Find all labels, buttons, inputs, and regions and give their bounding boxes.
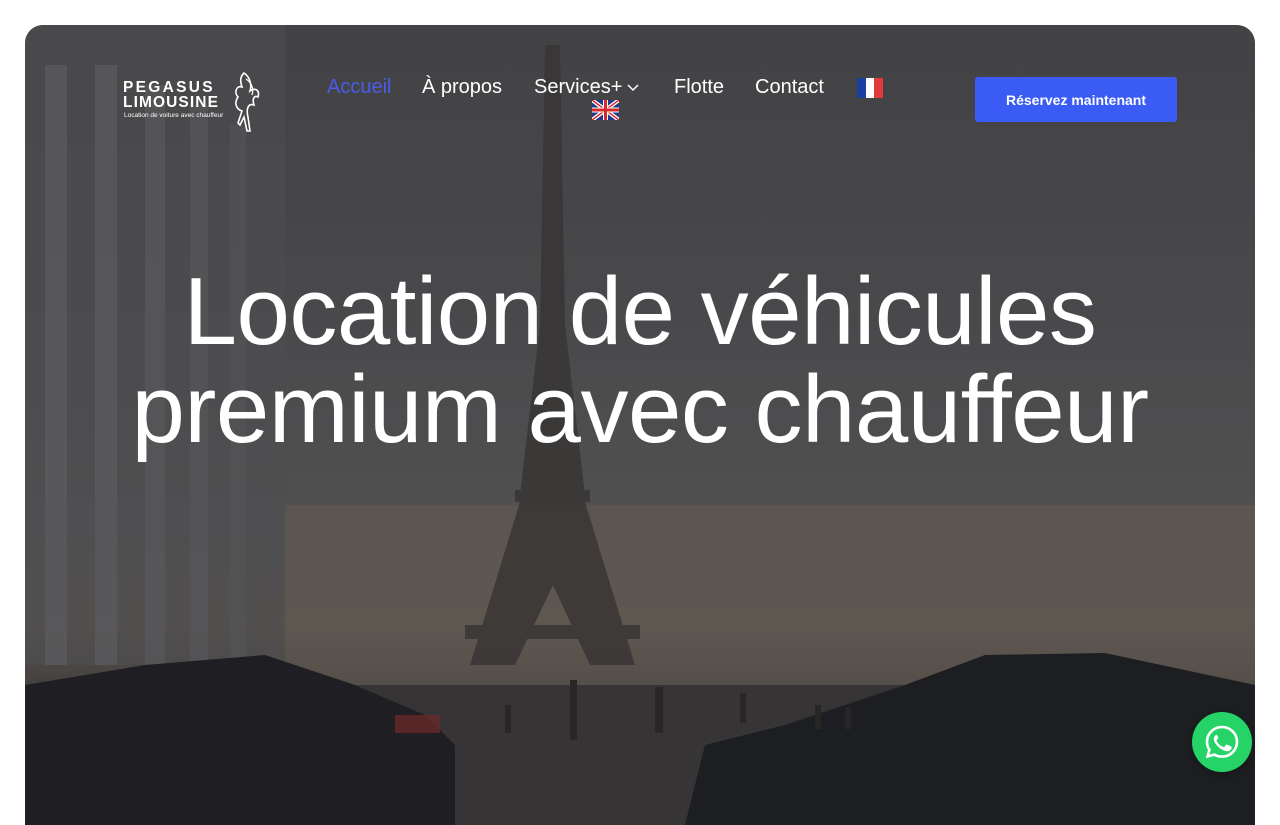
pegasus-icon: [235, 71, 260, 132]
book-now-button[interactable]: Réservez maintenant: [975, 77, 1177, 122]
language-en-flag[interactable]: [592, 100, 619, 120]
language-fr-flag[interactable]: [857, 78, 883, 98]
nav-item-services[interactable]: Services+: [534, 76, 622, 99]
hero-headline-line2: premium avec chauffeur: [131, 356, 1149, 463]
nav-item-a-propos[interactable]: À propos: [422, 76, 502, 99]
brand-logo[interactable]: PEGASUS LIMOUSINE Location de voiture av…: [123, 69, 268, 135]
nav-item-flotte[interactable]: Flotte: [674, 76, 724, 99]
whatsapp-chat-button[interactable]: [1192, 712, 1252, 772]
brand-tagline: Location de voiture avec chauffeur: [124, 112, 224, 119]
whatsapp-icon: [1205, 725, 1239, 759]
brand-name-line2: LIMOUSINE: [123, 94, 220, 111]
hero-headline-line1: Location de véhicules: [183, 258, 1097, 365]
nav-item-accueil[interactable]: Accueil: [327, 76, 391, 99]
chevron-down-icon[interactable]: [627, 84, 639, 92]
hero-section: PEGASUS LIMOUSINE Location de voiture av…: [25, 25, 1255, 825]
hero-headline: Location de véhicules premium avec chauf…: [25, 263, 1255, 459]
nav-item-contact[interactable]: Contact: [755, 76, 824, 99]
